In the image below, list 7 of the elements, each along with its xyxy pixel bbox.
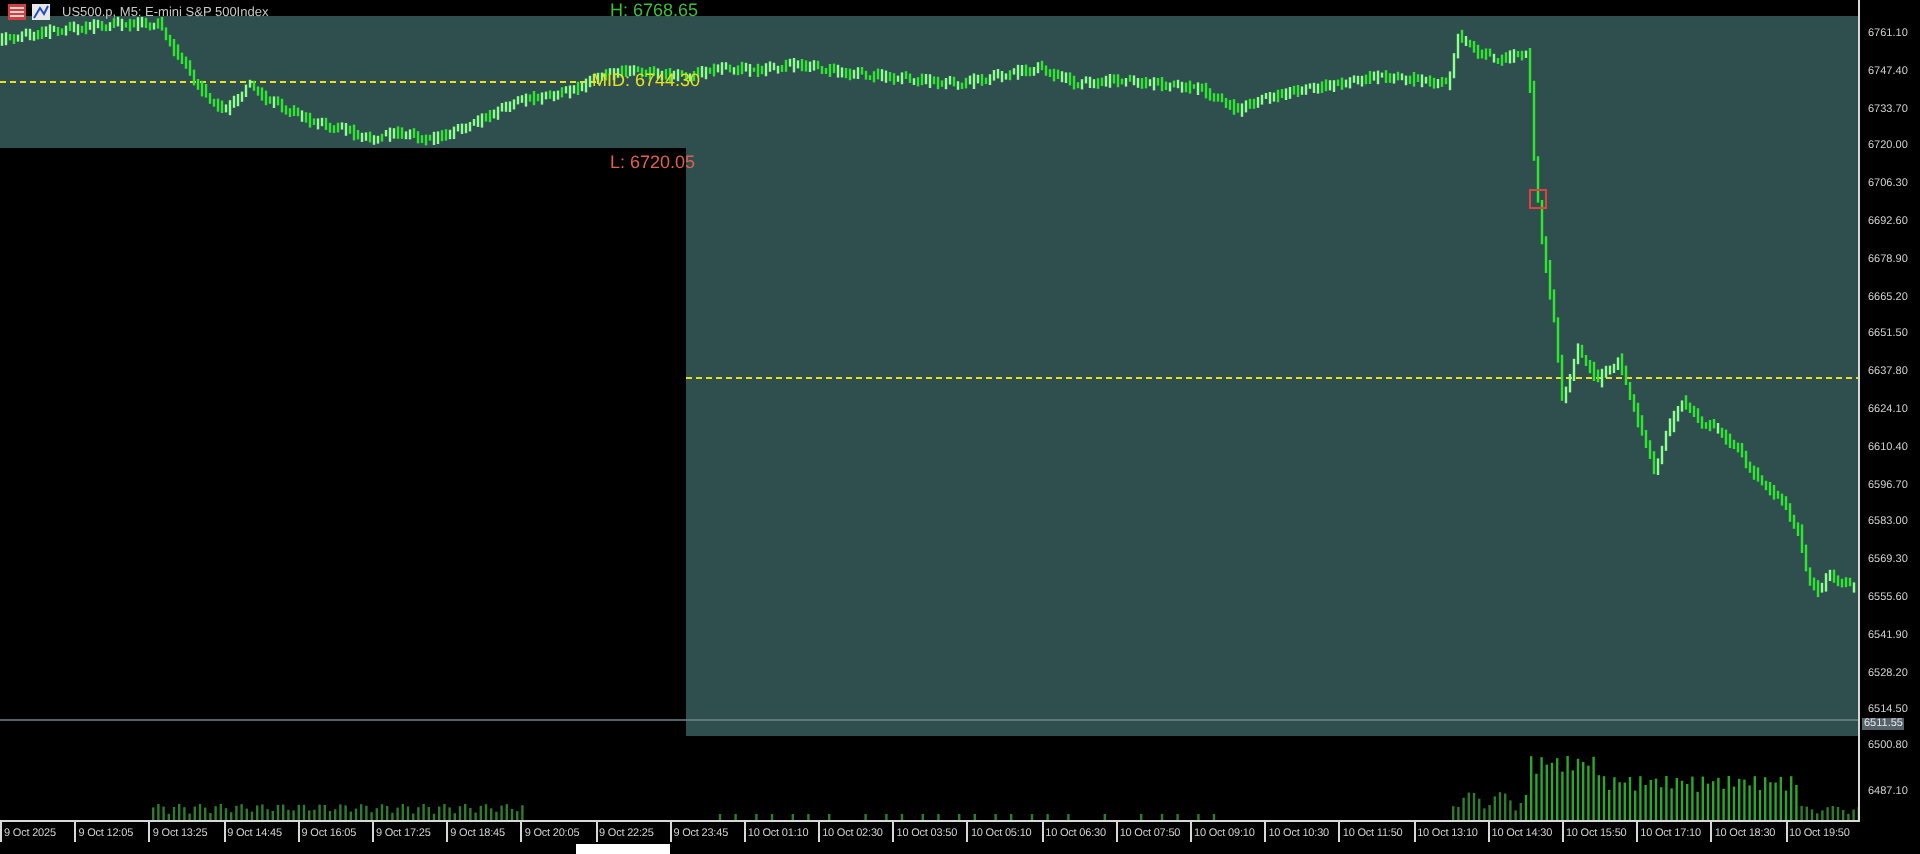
low-label: L: 6720.05 xyxy=(610,152,696,172)
chart-shift-marker[interactable] xyxy=(576,844,670,854)
mid-label: MID: 6744.30 xyxy=(592,70,701,90)
grid-icon xyxy=(8,4,26,20)
marker-icon xyxy=(1529,189,1547,209)
chart-icon xyxy=(32,4,50,20)
high-label: H: 6768.65 xyxy=(610,0,699,20)
